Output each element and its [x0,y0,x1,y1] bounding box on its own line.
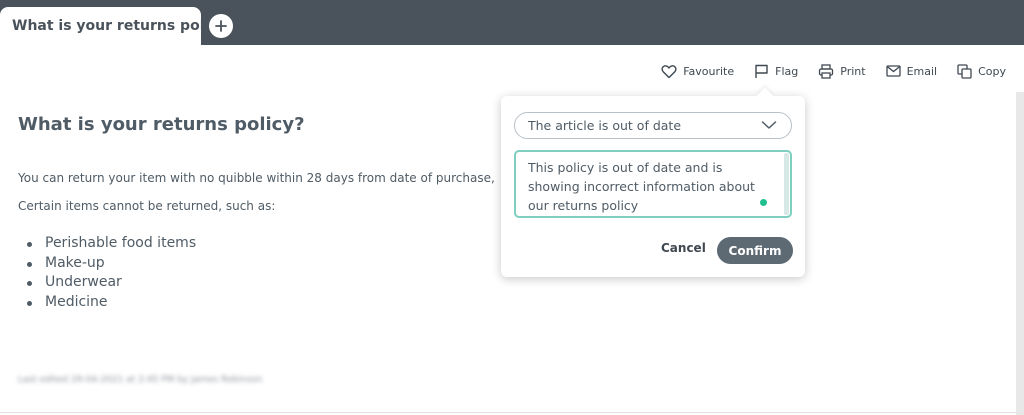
print-button[interactable]: Print [818,63,866,79]
article-toolbar: Favourite Flag Print Email Copy [661,60,1006,82]
email-button[interactable]: Email [885,64,938,78]
page-scrollbar[interactable] [1016,92,1024,415]
envelope-icon [885,65,901,77]
tab-returns-policy[interactable]: What is your returns poli... [0,7,225,45]
status-dot [760,199,767,206]
email-label: Email [906,64,938,78]
list-item: Make-up [27,254,196,274]
plus-icon [215,20,227,32]
copy-icon [957,63,972,79]
comment-scrollbar[interactable] [784,153,789,215]
divider [0,412,1016,413]
tab-bar: What is your returns poli... [0,0,1024,45]
heart-icon [661,64,677,78]
favourite-label: Favourite [683,64,735,78]
cancel-button[interactable]: Cancel [661,241,706,255]
last-edited-meta: Last edited 29-04-2021 at 2:45 PM by Jam… [18,375,263,385]
confirm-button[interactable]: Confirm [717,237,793,264]
add-tab-button[interactable] [209,14,233,38]
article-paragraph-2: Certain items cannot be returned, such a… [18,199,276,213]
list-item: Medicine [27,293,196,313]
list-item: Perishable food items [27,234,196,254]
chevron-down-icon [761,121,777,129]
flag-icon [755,64,768,78]
flag-button[interactable]: Flag [754,64,798,79]
flag-popover: The article is out of date This policy i… [501,96,805,277]
copy-button[interactable]: Copy [957,63,1006,79]
flag-comment-field[interactable]: This policy is out of date and is showin… [514,150,792,218]
flag-label: Flag [775,64,799,78]
copy-label: Copy [978,64,1006,78]
favourite-button[interactable]: Favourite [661,64,734,79]
list-item: Underwear [27,273,196,293]
article-paragraph-1: You can return your item with no quibble… [18,171,495,185]
print-label: Print [840,64,866,78]
flag-reason-value: The article is out of date [528,118,682,133]
tab-label: What is your returns poli... [12,18,226,34]
flag-comment-text: This policy is out of date and is showin… [528,160,755,213]
flag-reason-select[interactable]: The article is out of date [514,112,792,139]
article-title: What is your returns policy? [18,114,305,135]
non-returnable-list: Perishable food items Make-up Underwear … [27,234,196,312]
printer-icon [819,63,834,79]
